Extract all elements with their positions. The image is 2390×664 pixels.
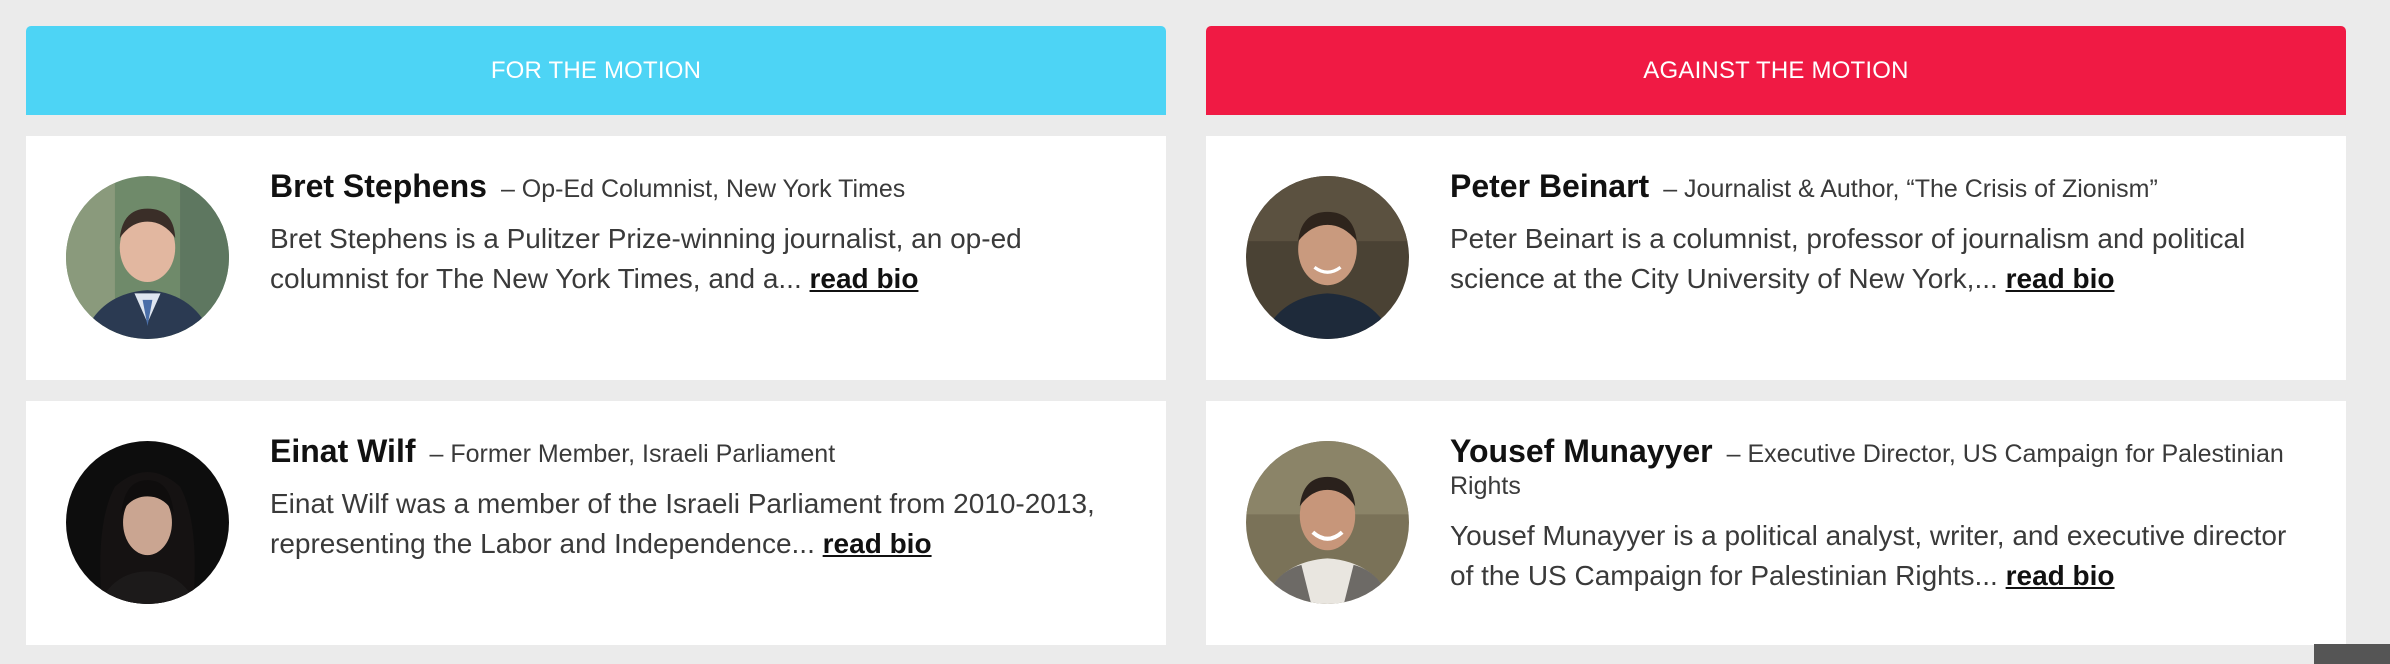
avatar-peter-beinart bbox=[1246, 176, 1409, 339]
corner-tab[interactable] bbox=[2314, 644, 2390, 664]
speaker-name: Einat Wilf bbox=[270, 433, 416, 469]
avatar-einat-wilf bbox=[66, 441, 229, 604]
speaker-title: – Journalist & Author, “The Crisis of Zi… bbox=[1663, 175, 2158, 203]
against-the-motion-column: AGAINST THE MOTION Peter Beinart – Journa… bbox=[1206, 26, 2346, 645]
speaker-card-yousef-munayyer: Yousef Munayyer – Executive Director, US … bbox=[1206, 401, 2346, 645]
read-bio-link[interactable]: read bio bbox=[2006, 263, 2115, 294]
speaker-bio: Einat Wilf was a member of the Israeli P… bbox=[270, 488, 1095, 559]
speaker-card-bret-stephens: Bret Stephens – Op-Ed Columnist, New York… bbox=[26, 136, 1166, 380]
speaker-bio: Peter Beinart is a columnist, professor … bbox=[1450, 223, 2246, 294]
speaker-name: Bret Stephens bbox=[270, 168, 487, 204]
speaker-name: Peter Beinart bbox=[1450, 168, 1650, 204]
against-the-motion-header: AGAINST THE MOTION bbox=[1206, 26, 2346, 115]
avatar-yousef-munayyer bbox=[1246, 441, 1409, 604]
read-bio-link[interactable]: read bio bbox=[823, 528, 932, 559]
read-bio-link[interactable]: read bio bbox=[810, 263, 919, 294]
for-the-motion-column: FOR THE MOTION Bret Stephens – Op-Ed Colu… bbox=[26, 26, 1166, 645]
for-the-motion-header: FOR THE MOTION bbox=[26, 26, 1166, 115]
speaker-card-peter-beinart: Peter Beinart – Journalist & Author, “The… bbox=[1206, 136, 2346, 380]
speaker-title: – Op-Ed Columnist, New York Times bbox=[500, 175, 906, 203]
speaker-name: Yousef Munayyer bbox=[1450, 433, 1713, 469]
speaker-title: – Former Member, Israeli Parliament bbox=[429, 440, 836, 468]
speaker-card-einat-wilf: Einat Wilf – Former Member, Israeli Parli… bbox=[26, 401, 1166, 645]
read-bio-link[interactable]: read bio bbox=[2006, 560, 2115, 591]
avatar-bret-stephens bbox=[66, 176, 229, 339]
speaker-bio: Yousef Munayyer is a political analyst, … bbox=[1450, 520, 2287, 591]
